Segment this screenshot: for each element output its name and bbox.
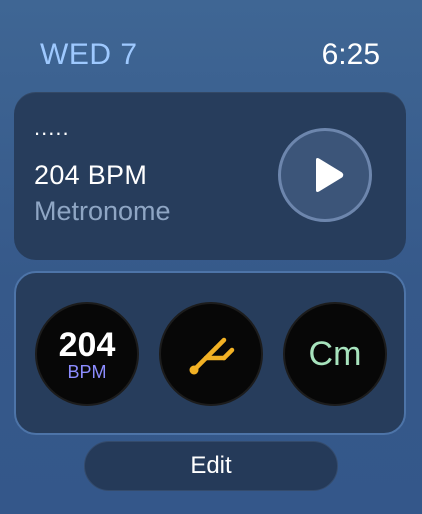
tuning-fork-icon: [189, 337, 235, 375]
edit-button[interactable]: Edit: [84, 441, 338, 491]
key-label: Cm: [308, 334, 362, 373]
play-button[interactable]: [278, 128, 372, 222]
page-dots: .....: [34, 115, 70, 140]
now-playing-title: 204 BPM: [34, 160, 148, 190]
now-playing-subtitle: Metronome: [34, 196, 171, 226]
edit-label: Edit: [190, 452, 232, 479]
bpm-value: 204: [58, 326, 116, 364]
time-label: 6:25: [321, 38, 380, 71]
key-complication[interactable]: Cm: [283, 302, 387, 406]
bpm-unit: BPM: [67, 362, 107, 382]
date-label: WED 7: [40, 38, 138, 71]
play-icon: [315, 158, 343, 192]
status-bar: WED 7 6:25: [0, 0, 422, 100]
bpm-complication[interactable]: 204 BPM: [35, 302, 139, 406]
tuner-complication[interactable]: [159, 302, 263, 406]
